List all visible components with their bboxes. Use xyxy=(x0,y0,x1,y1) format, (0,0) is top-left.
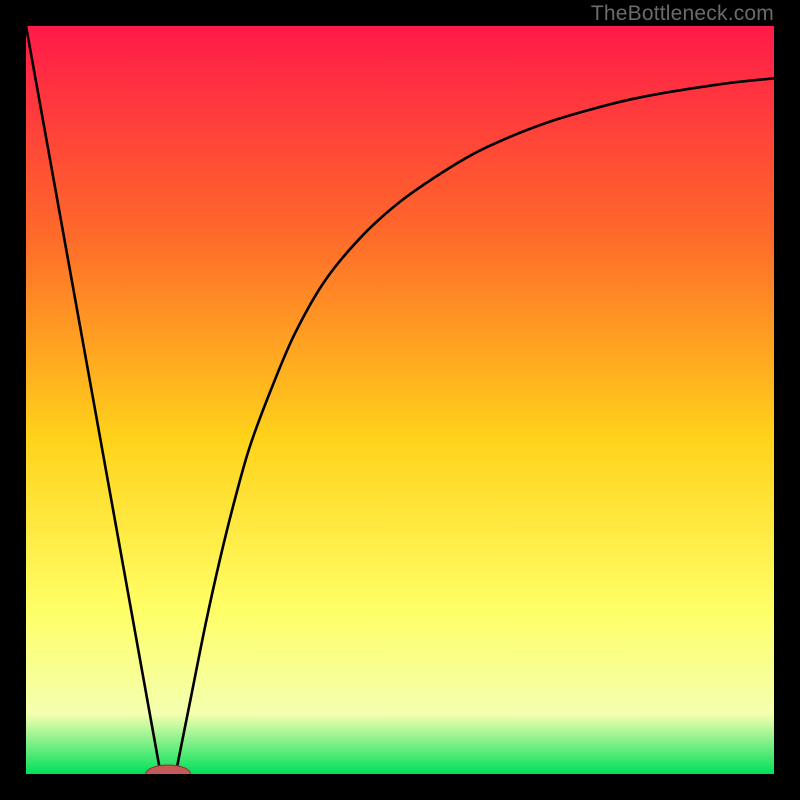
curve-right xyxy=(176,78,774,774)
curve-left-leg xyxy=(26,26,161,774)
marker-pill xyxy=(146,765,191,774)
watermark-text: TheBottleneck.com xyxy=(591,2,774,26)
plot-area xyxy=(26,26,774,774)
chart-curves xyxy=(26,26,774,774)
chart-frame: TheBottleneck.com xyxy=(0,0,800,800)
